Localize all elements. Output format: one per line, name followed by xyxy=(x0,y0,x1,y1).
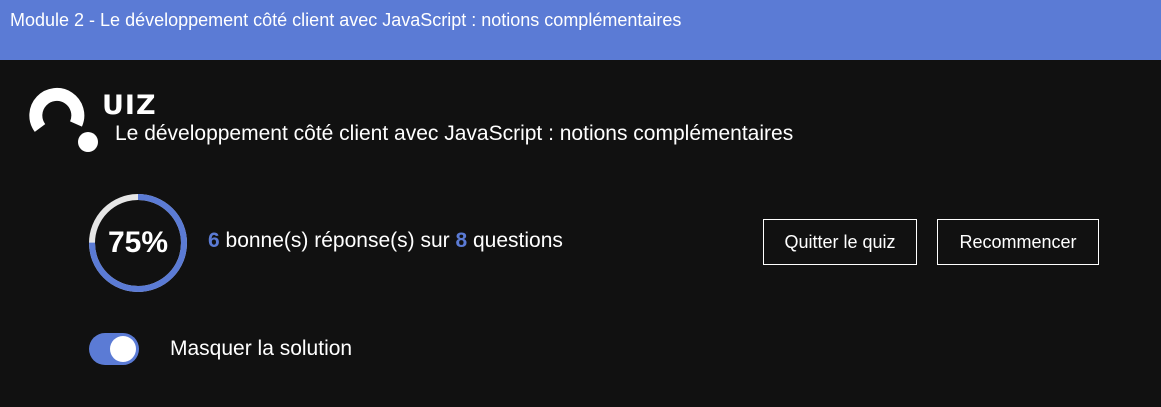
quiz-question-mark-icon xyxy=(29,87,98,152)
quiz-title: Le développement côté client avec JavaSc… xyxy=(115,122,794,145)
correct-count: 6 xyxy=(208,229,220,252)
score-percent: 75% xyxy=(107,226,169,259)
quit-quiz-button[interactable]: Quitter le quiz xyxy=(763,219,917,265)
module-header: Module 2 - Le développement côté client … xyxy=(0,0,1161,60)
total-count: 8 xyxy=(455,229,468,252)
result-text-mid: bonne(s) réponse(s) sur xyxy=(219,229,456,252)
module-title: Module 2 - Le développement côté client … xyxy=(10,9,682,30)
hide-solution-label: Masquer la solution xyxy=(170,337,353,360)
logo-word: UIZ xyxy=(102,90,157,121)
hide-solution-toggle[interactable] xyxy=(89,333,139,365)
result-summary: 6 bonne(s) réponse(s) sur 8 questions xyxy=(208,229,563,253)
toggle-knob xyxy=(110,336,136,362)
score-progress-ring: 75% xyxy=(87,192,189,294)
restart-button[interactable]: Recommencer xyxy=(937,219,1099,265)
result-text-end: questions xyxy=(467,229,563,252)
